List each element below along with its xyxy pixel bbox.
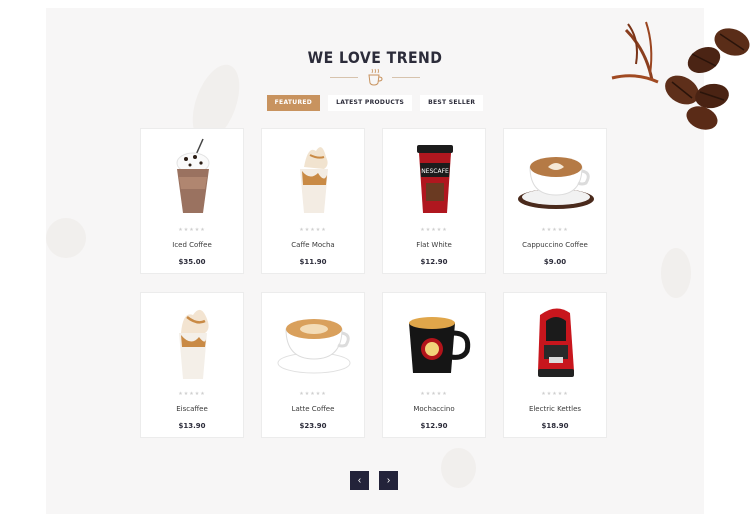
product-price: $11.90 (299, 258, 327, 266)
product-name[interactable]: Eiscaffee (141, 405, 243, 413)
product-name[interactable]: Electric Kettles (504, 405, 606, 413)
prev-button[interactable]: ‹ (350, 471, 369, 490)
product-card[interactable]: ★★★★★ Electric Kettles $18.90 (503, 292, 607, 438)
product-price: $12.90 (420, 258, 448, 266)
latte-cup-icon (277, 319, 351, 374)
rating-stars: ★★★★★ (541, 391, 569, 397)
cappuccino-cup-icon (518, 157, 594, 209)
caffe-mocha-icon (300, 147, 328, 213)
product-card[interactable]: ★★★★★ Eiscaffee $13.90 (140, 292, 244, 438)
rating-stars: ★★★★★ (178, 227, 206, 233)
product-card[interactable]: ★★★★★ Cappuccino Coffee $9.00 (503, 128, 607, 274)
mochaccino-mug-icon (409, 317, 471, 373)
iced-coffee-icon (176, 138, 210, 213)
rating-stars: ★★★★★ (541, 227, 569, 233)
product-name[interactable]: Caffe Mocha (262, 241, 364, 249)
product-name[interactable]: Iced Coffee (141, 241, 243, 249)
background-bean-decoration (441, 448, 476, 488)
product-price: $18.90 (541, 422, 569, 430)
product-price: $23.90 (299, 422, 327, 430)
product-name[interactable]: Flat White (383, 241, 485, 249)
product-name[interactable]: Mochaccino (383, 405, 485, 413)
section-heading: WE LOVE TREND (307, 48, 443, 67)
tab-latest-products[interactable]: LATEST PRODUCTS (328, 95, 413, 111)
product-price: $13.90 (178, 422, 206, 430)
product-card[interactable]: ★★★★★ Iced Coffee $35.00 (140, 128, 244, 274)
tab-best-seller[interactable]: BEST SELLER (420, 95, 484, 111)
product-price: $12.90 (420, 422, 448, 430)
heading-divider (330, 68, 420, 86)
product-card[interactable]: ★★★★★ Caffe Mocha $11.90 (261, 128, 365, 274)
next-button[interactable]: › (379, 471, 398, 490)
product-name[interactable]: Latte Coffee (262, 405, 364, 413)
svg-text:NESCAFE: NESCAFE (421, 168, 449, 175)
product-price: $35.00 (178, 258, 206, 266)
product-price: $9.00 (543, 258, 567, 266)
background-bean-decoration (46, 218, 86, 258)
rating-stars: ★★★★★ (299, 227, 327, 233)
rating-stars: ★★★★★ (420, 391, 448, 397)
background-bean-decoration (661, 248, 691, 298)
rating-stars: ★★★★★ (299, 391, 327, 397)
rating-stars: ★★★★★ (178, 391, 206, 397)
eiscaffee-icon (179, 309, 209, 379)
rating-stars: ★★★★★ (420, 227, 448, 233)
product-card[interactable]: NESCAFE ★★★★★ Flat White $12.90 (382, 128, 486, 274)
tab-featured[interactable]: FEATURED (266, 95, 321, 111)
nescafe-cup-icon: NESCAFE (417, 145, 453, 213)
product-card[interactable]: ★★★★★ Latte Coffee $23.90 (261, 292, 365, 438)
product-name[interactable]: Cappuccino Coffee (504, 241, 606, 249)
coffee-beans-leaves-icon (611, 21, 750, 130)
product-card[interactable]: ★★★★★ Mochaccino $12.90 (382, 292, 486, 438)
coffee-machine-icon (538, 308, 574, 377)
coffee-cup-icon (368, 68, 383, 86)
